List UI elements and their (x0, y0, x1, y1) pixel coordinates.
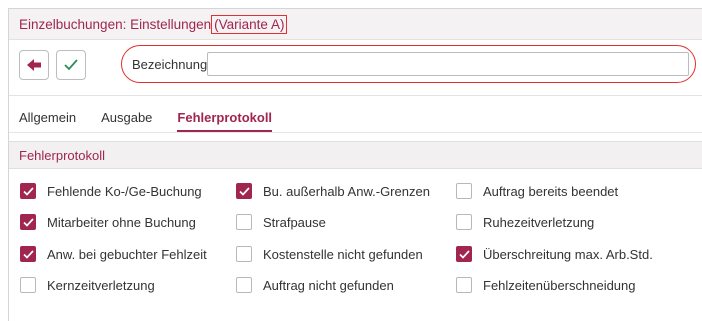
back-button[interactable] (19, 50, 49, 80)
checkmark-icon (458, 249, 470, 259)
window-title: Einzelbuchungen: Einstellungen (19, 16, 212, 32)
checkmark-icon (22, 249, 34, 259)
tab-bar: Allgemein Ausgabe Fehlerprotokoll (9, 105, 702, 133)
tab-allgemein[interactable]: Allgemein (19, 110, 76, 132)
option-checkbox-row[interactable]: Fehlzeitenüberschneidung (456, 277, 636, 293)
checkbox-checked[interactable] (20, 246, 36, 262)
option-label: Ruhezeitverletzung (483, 214, 595, 230)
checkbox-checked[interactable] (20, 214, 36, 230)
checkmark-icon (64, 59, 78, 71)
toolbar: Bezeichnung (9, 40, 702, 96)
section-title: Fehlerprotokoll (19, 147, 105, 163)
option-checkbox-row[interactable]: Kostenstelle nicht gefunden (236, 246, 423, 262)
option-label: Fehlzeitenüberschneidung (483, 277, 636, 293)
checkbox-checked[interactable] (236, 183, 252, 199)
tab-ausgabe[interactable]: Ausgabe (101, 110, 152, 132)
option-label: Kostenstelle nicht gefunden (263, 246, 423, 262)
checkbox-unchecked[interactable] (236, 246, 252, 262)
variant-label: (Variante A) (211, 14, 288, 34)
option-label: Bu. außerhalb Anw.-Grenzen (263, 183, 430, 199)
bezeichnung-input[interactable] (207, 52, 689, 76)
settings-window: Einzelbuchungen: Einstellungen (Variante… (8, 8, 702, 321)
checkmark-icon (238, 186, 250, 196)
checkbox-checked[interactable] (20, 183, 36, 199)
option-label: Auftrag nicht gefunden (263, 277, 394, 293)
option-checkbox-row[interactable]: Strafpause (236, 214, 326, 230)
option-label: Anw. bei gebuchter Fehlzeit (47, 246, 207, 262)
arrow-left-icon (27, 59, 41, 71)
option-checkbox-row[interactable]: Überschreitung max. Arb.Std. (456, 246, 653, 262)
section-header: Fehlerprotokoll (9, 141, 702, 169)
confirm-button[interactable] (56, 50, 86, 80)
bezeichnung-group: Bezeichnung (121, 45, 696, 83)
option-checkbox-row[interactable]: Bu. außerhalb Anw.-Grenzen (236, 183, 430, 199)
checkmark-icon (22, 217, 34, 227)
checkbox-unchecked[interactable] (456, 214, 472, 230)
option-label: Mitarbeiter ohne Buchung (47, 214, 196, 230)
option-label: Fehlende Ko-/Ge-Buchung (47, 183, 202, 199)
checkmark-icon (22, 186, 34, 196)
option-checkbox-row[interactable]: Ruhezeitverletzung (456, 214, 594, 230)
option-label: Überschreitung max. Arb.Std. (483, 246, 653, 262)
option-label: Kernzeitverletzung (47, 277, 155, 293)
checkbox-unchecked[interactable] (456, 183, 472, 199)
option-checkbox-row[interactable]: Auftrag bereits beendet (456, 183, 618, 199)
option-checkbox-row[interactable]: Fehlende Ko-/Ge-Buchung (20, 183, 202, 199)
window-titlebar: Einzelbuchungen: Einstellungen (Variante… (9, 9, 702, 40)
option-checkbox-row[interactable]: Anw. bei gebuchter Fehlzeit (20, 246, 207, 262)
checkbox-unchecked[interactable] (236, 277, 252, 293)
checkbox-unchecked[interactable] (20, 277, 36, 293)
option-checkbox-row[interactable]: Mitarbeiter ohne Buchung (20, 214, 196, 230)
tab-fehlerprotokoll[interactable]: Fehlerprotokoll (177, 110, 273, 132)
checkbox-unchecked[interactable] (456, 277, 472, 293)
checkbox-checked[interactable] (456, 246, 472, 262)
checkbox-unchecked[interactable] (236, 214, 252, 230)
option-label: Strafpause (263, 214, 326, 230)
option-label: Auftrag bereits beendet (483, 183, 619, 199)
bezeichnung-label: Bezeichnung (132, 57, 208, 72)
option-checkbox-row[interactable]: Kernzeitverletzung (20, 277, 155, 293)
option-checkbox-row[interactable]: Auftrag nicht gefunden (236, 277, 394, 293)
